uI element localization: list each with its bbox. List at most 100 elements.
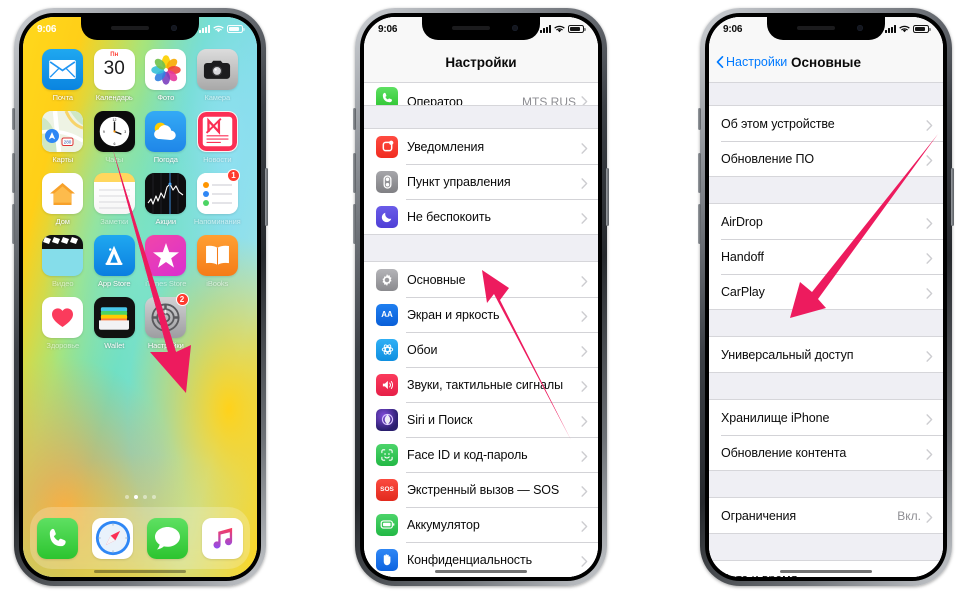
app-icon-health[interactable]: Здоровье bbox=[37, 297, 89, 350]
page-indicator-dots[interactable] bbox=[23, 495, 257, 499]
app-icon-itunes-movies[interactable]: Видео bbox=[37, 235, 89, 288]
chevron-right-icon bbox=[926, 349, 933, 362]
settings-row-label: Handoff bbox=[721, 249, 764, 264]
group-separator bbox=[364, 105, 598, 129]
app-icon-weather[interactable]: Погода bbox=[140, 111, 192, 164]
settings-row-battery[interactable]: Аккумулятор bbox=[364, 507, 598, 542]
settings-row-iphone-storage[interactable]: Хранилище iPhone bbox=[709, 400, 943, 435]
badge-count: 2 bbox=[175, 293, 189, 306]
svg-text:6: 6 bbox=[113, 142, 115, 146]
app-icon-ibooks[interactable]: iBooks bbox=[192, 235, 244, 288]
wifi-icon bbox=[554, 25, 565, 33]
chevron-right-icon bbox=[581, 274, 588, 287]
settings-row-label: Ограничения bbox=[721, 508, 797, 523]
settings-row-operator[interactable]: Оператор MTS RUS bbox=[364, 83, 598, 105]
chevron-right-icon bbox=[581, 344, 588, 357]
mute-switch[interactable] bbox=[698, 108, 701, 130]
front-camera-icon bbox=[857, 25, 863, 31]
page-dot-active[interactable] bbox=[133, 495, 138, 499]
group-separator bbox=[709, 309, 943, 337]
settings-row-control-center[interactable]: Пункт управления bbox=[364, 164, 598, 199]
home-indicator[interactable] bbox=[780, 569, 872, 573]
app-icon-reminders[interactable]: 1 Напоминания bbox=[192, 169, 244, 226]
news-icon bbox=[196, 111, 238, 152]
siri-icon bbox=[376, 408, 398, 431]
app-label: Заметки bbox=[100, 217, 129, 226]
app-icon-wallet[interactable]: Wallet bbox=[89, 297, 141, 350]
status-bar-indicators bbox=[885, 25, 931, 33]
maps-icon: 280 bbox=[42, 111, 84, 152]
settings-row-label: Экран и яркость bbox=[407, 307, 500, 322]
chevron-right-icon bbox=[926, 412, 933, 425]
chevron-right-icon bbox=[926, 286, 933, 299]
app-label: Камера bbox=[204, 93, 231, 102]
settings-row-about[interactable]: Об этом устройстве bbox=[709, 106, 943, 141]
volume-down-button[interactable] bbox=[353, 204, 356, 244]
settings-row-siri-search[interactable]: Siri и Поиск bbox=[364, 402, 598, 437]
notes-icon bbox=[93, 173, 135, 214]
settings-row-sounds-haptics[interactable]: Звуки, тактильные сигналы bbox=[364, 367, 598, 402]
settings-row-notifications[interactable]: Уведомления bbox=[364, 129, 598, 164]
chevron-right-icon bbox=[926, 573, 933, 577]
dock-icon-safari[interactable] bbox=[92, 517, 133, 559]
dock-icon-messages[interactable] bbox=[147, 517, 188, 559]
mute-switch[interactable] bbox=[353, 108, 356, 130]
dock-icon-music[interactable] bbox=[202, 517, 243, 559]
settings-row-airdrop[interactable]: AirDrop bbox=[709, 204, 943, 239]
app-icon-maps[interactable]: 280 Карты bbox=[37, 111, 89, 164]
app-icon-news[interactable]: Новости bbox=[192, 111, 244, 164]
settings-row-label: Основные bbox=[407, 272, 466, 287]
chevron-right-icon bbox=[581, 141, 588, 154]
settings-row-background-app-refresh[interactable]: Обновление контента bbox=[709, 435, 943, 470]
volume-up-button[interactable] bbox=[698, 153, 701, 193]
side-power-button[interactable] bbox=[606, 168, 609, 226]
app-icon-clock[interactable]: 12 3 6 9 Часы bbox=[89, 111, 141, 164]
app-label: Напоминания bbox=[193, 217, 241, 226]
side-power-button[interactable] bbox=[951, 168, 954, 226]
dock-icon-phone[interactable] bbox=[37, 517, 78, 559]
settings-row-do-not-disturb[interactable]: Не беспокоить bbox=[364, 199, 598, 234]
general-settings-list[interactable]: Об этом устройстве Обновление ПО AirDrop… bbox=[709, 83, 943, 577]
front-camera-icon bbox=[171, 25, 177, 31]
home-indicator[interactable] bbox=[435, 569, 527, 573]
settings-row-software-update[interactable]: Обновление ПО bbox=[709, 141, 943, 176]
page-dot[interactable] bbox=[142, 495, 147, 499]
app-icon-notes[interactable]: Заметки bbox=[89, 173, 141, 226]
badge-count: 1 bbox=[227, 169, 240, 182]
volume-up-button[interactable] bbox=[12, 153, 15, 193]
svg-text:3: 3 bbox=[124, 130, 126, 134]
volume-up-button[interactable] bbox=[353, 153, 356, 193]
settings-list[interactable]: Оператор MTS RUS Уведомления Пункт управ… bbox=[364, 83, 598, 577]
app-icon-app-store[interactable]: App Store bbox=[89, 235, 141, 288]
app-icon-photos[interactable]: Фото bbox=[140, 49, 192, 102]
app-icon-stocks[interactable]: Акции bbox=[140, 173, 192, 226]
settings-row-label: Аккумулятор bbox=[407, 517, 480, 532]
home-indicator[interactable] bbox=[94, 569, 186, 573]
dock bbox=[30, 507, 250, 569]
settings-row-face-id-passcode[interactable]: Face ID и код-пароль bbox=[364, 437, 598, 472]
app-icon-home[interactable]: Дом bbox=[37, 173, 89, 226]
volume-down-button[interactable] bbox=[12, 204, 15, 244]
mute-switch[interactable] bbox=[12, 108, 15, 130]
settings-row-handoff[interactable]: Handoff bbox=[709, 239, 943, 274]
side-power-button[interactable] bbox=[265, 168, 268, 226]
app-icon-camera[interactable]: Камера bbox=[192, 49, 244, 102]
privacy-hand-icon bbox=[376, 548, 398, 571]
phone-bezel: 9:06 Почта Пн 30 Календарь Фото Камера 2… bbox=[19, 13, 261, 581]
page-dot[interactable] bbox=[151, 495, 156, 499]
back-button-label: Настройки bbox=[726, 55, 788, 69]
settings-row-accessibility[interactable]: Универсальный доступ bbox=[709, 337, 943, 372]
back-button[interactable]: Настройки bbox=[709, 55, 787, 69]
app-icon-settings[interactable]: 2 Настройки bbox=[140, 293, 192, 350]
settings-row-restrictions[interactable]: Ограничения Вкл. bbox=[709, 498, 943, 533]
settings-row-display-brightness[interactable]: AA Экран и яркость bbox=[364, 297, 598, 332]
settings-row-emergency-sos[interactable]: SOS Экстренный вызов — SOS bbox=[364, 472, 598, 507]
page-dot[interactable] bbox=[124, 495, 129, 499]
app-icon-mail[interactable]: Почта bbox=[37, 49, 89, 102]
settings-row-general[interactable]: Основные bbox=[364, 262, 598, 297]
app-icon-itunes-store[interactable]: iTunes Store bbox=[140, 235, 192, 288]
volume-down-button[interactable] bbox=[698, 204, 701, 244]
settings-row-carplay[interactable]: CarPlay bbox=[709, 274, 943, 309]
app-icon-calendar[interactable]: Пн 30 Календарь bbox=[89, 49, 141, 102]
settings-row-wallpaper[interactable]: Обои bbox=[364, 332, 598, 367]
